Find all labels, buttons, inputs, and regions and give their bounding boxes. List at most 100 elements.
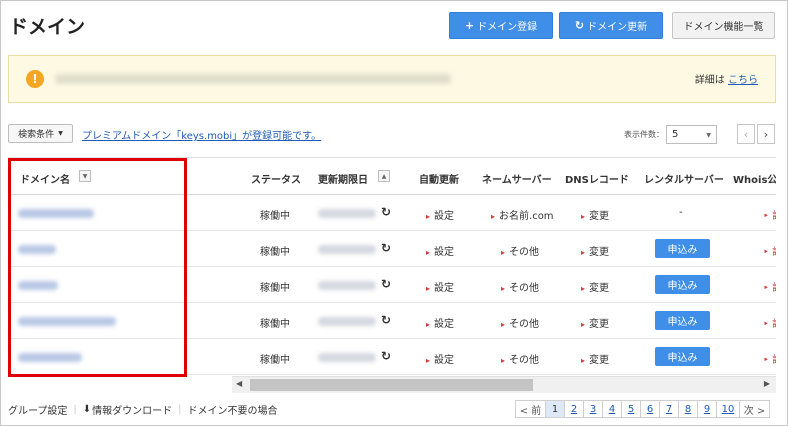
pager-page[interactable]: 3	[583, 400, 603, 418]
refresh-icon[interactable]: ↻	[381, 349, 391, 363]
dns-link[interactable]: 変更	[581, 315, 609, 330]
domain-name-redacted[interactable]	[18, 245, 56, 254]
table-row: 稼働中 ↻ 設定 お名前.com 変更 - ‣ 設	[8, 195, 776, 231]
domain-name-redacted[interactable]	[18, 353, 82, 362]
info-download-link[interactable]: 情報ダウンロード	[92, 402, 172, 417]
domain-name-redacted[interactable]	[18, 209, 94, 218]
display-count-value: 5	[672, 129, 679, 140]
scroll-left-icon[interactable]: ◀	[236, 379, 242, 388]
rental-cell: -	[679, 207, 683, 218]
group-settings-link[interactable]: グループ設定	[8, 402, 67, 417]
auto-renew-link[interactable]: 設定	[426, 207, 454, 222]
register-domain-label: ドメイン登録	[477, 22, 538, 33]
whois-link[interactable]: ‣ 設	[763, 207, 776, 222]
pager-page[interactable]: 4	[602, 400, 622, 418]
whois-link[interactable]: ‣ 設	[763, 351, 776, 366]
pager-page[interactable]: 2	[564, 400, 584, 418]
domain-name-redacted[interactable]	[18, 317, 116, 326]
refresh-icon[interactable]: ↻	[381, 241, 391, 255]
plus-icon: +	[464, 19, 475, 32]
footer-links: グループ設定 | ⬇ 情報ダウンロード | ドメイン不要の場合	[8, 402, 278, 417]
notice-detail-prefix: 詳細は	[694, 75, 725, 86]
renew-domain-label: ドメイン更新	[587, 22, 648, 33]
table-row: 稼働中 ↻ 設定 その他 変更 申込み ‣ 設	[8, 339, 776, 375]
pager-page[interactable]: 6	[640, 400, 660, 418]
header-dns: DNSレコード	[565, 175, 629, 186]
domain-unneeded-link[interactable]: ドメイン不要の場合	[188, 402, 278, 417]
expiry-date-redacted	[318, 209, 376, 218]
refresh-icon: ↻	[574, 19, 585, 32]
display-count-label: 表示件数：	[624, 130, 664, 139]
next-page-arrow[interactable]: ›	[757, 124, 775, 144]
auto-renew-link[interactable]: 設定	[426, 351, 454, 366]
horizontal-scrollbar[interactable]: ◀ ▶	[232, 376, 776, 393]
auto-renew-link[interactable]: 設定	[426, 279, 454, 294]
expiry-date-redacted	[318, 281, 376, 290]
pager-page[interactable]: 7	[659, 400, 679, 418]
status-cell: 稼働中	[260, 355, 290, 366]
rental-apply-button[interactable]: 申込み	[655, 311, 710, 330]
chevron-right-icon: ›	[763, 127, 769, 141]
table-row: 稼働中 ↻ 設定 その他 変更 申込み ‣ 設	[8, 267, 776, 303]
auto-renew-link[interactable]: 設定	[426, 243, 454, 258]
scrollbar-thumb[interactable]	[250, 379, 533, 391]
pager-prev[interactable]: < 前	[515, 400, 546, 418]
dns-link[interactable]: 変更	[581, 243, 609, 258]
renew-domain-button[interactable]: ↻ ドメイン更新	[559, 12, 663, 39]
dns-link[interactable]: 変更	[581, 207, 609, 222]
rental-apply-button[interactable]: 申込み	[655, 275, 710, 294]
display-count-select[interactable]: 5 ▼	[666, 125, 717, 144]
refresh-icon[interactable]: ↻	[381, 313, 391, 327]
caret-down-icon: ▼	[58, 130, 63, 137]
pager-next[interactable]: 次 >	[739, 400, 770, 418]
nameserver-link[interactable]: その他	[501, 279, 539, 294]
header-domain-name: ドメイン名	[20, 175, 70, 186]
whois-link[interactable]: ‣ 設	[763, 315, 776, 330]
nameserver-link[interactable]: お名前.com	[491, 207, 554, 222]
caret-up-icon: ▲	[381, 172, 387, 180]
pager-page[interactable]: 1	[545, 400, 565, 418]
nameserver-link[interactable]: その他	[501, 315, 539, 330]
pagination: < 前 1 2 3 4 5 6 7 8 9 10 次 >	[515, 400, 770, 418]
table-row: 稼働中 ↻ 設定 その他 変更 申込み ‣ 設	[8, 303, 776, 339]
page-title: ドメイン	[9, 16, 86, 38]
domain-name-redacted[interactable]	[18, 281, 58, 290]
notice-detail-link[interactable]: こちら	[728, 75, 758, 86]
dns-link[interactable]: 変更	[581, 351, 609, 366]
sort-domain-button[interactable]: ▼	[79, 170, 91, 182]
table-row: 稼働中 ↻ 設定 その他 変更 申込み ‣ 設	[8, 231, 776, 267]
refresh-icon[interactable]: ↻	[381, 205, 391, 219]
header-rental: レンタルサーバー	[644, 175, 724, 186]
chevron-left-icon: ‹	[743, 127, 749, 141]
nameserver-link[interactable]: その他	[501, 243, 539, 258]
rental-apply-button[interactable]: 申込み	[655, 239, 710, 258]
pager-page[interactable]: 8	[678, 400, 698, 418]
download-icon: ⬇	[82, 404, 92, 415]
premium-domain-link[interactable]: プレミアムドメイン「keys.mobi」が登録可能です。	[82, 127, 321, 142]
pager-page[interactable]: 10	[716, 400, 740, 418]
dns-link[interactable]: 変更	[581, 279, 609, 294]
refresh-icon[interactable]: ↻	[381, 277, 391, 291]
domain-functions-label: ドメイン機能一覧	[683, 22, 764, 33]
header-nameserver: ネームサーバー	[482, 175, 552, 186]
scroll-right-icon[interactable]: ▶	[764, 379, 770, 388]
pager-page[interactable]: 5	[621, 400, 641, 418]
search-conditions-button[interactable]: 検索条件 ▼	[8, 124, 73, 143]
domain-functions-button[interactable]: ドメイン機能一覧	[672, 12, 775, 39]
register-domain-button[interactable]: + ドメイン登録	[449, 12, 553, 39]
status-cell: 稼働中	[260, 319, 290, 330]
pager-page[interactable]: 9	[697, 400, 717, 418]
sort-expiry-button[interactable]: ▲	[378, 170, 390, 182]
separator: |	[73, 404, 77, 415]
notice-text-redacted	[55, 74, 451, 84]
rental-apply-button[interactable]: 申込み	[655, 347, 710, 366]
prev-page-arrow[interactable]: ‹	[737, 124, 755, 144]
whois-link[interactable]: ‣ 設	[763, 243, 776, 258]
nameserver-link[interactable]: その他	[501, 351, 539, 366]
notice-banner: ! 詳細は こちら	[8, 55, 776, 103]
auto-renew-link[interactable]: 設定	[426, 315, 454, 330]
caret-down-icon: ▼	[82, 172, 88, 180]
whois-link[interactable]: ‣ 設	[763, 279, 776, 294]
table-header: ドメイン名 ▼ ステータス 更新期限日 ▲ 自動更新 ネームサーバー DNSレコ…	[8, 157, 776, 195]
status-cell: 稼働中	[260, 247, 290, 258]
